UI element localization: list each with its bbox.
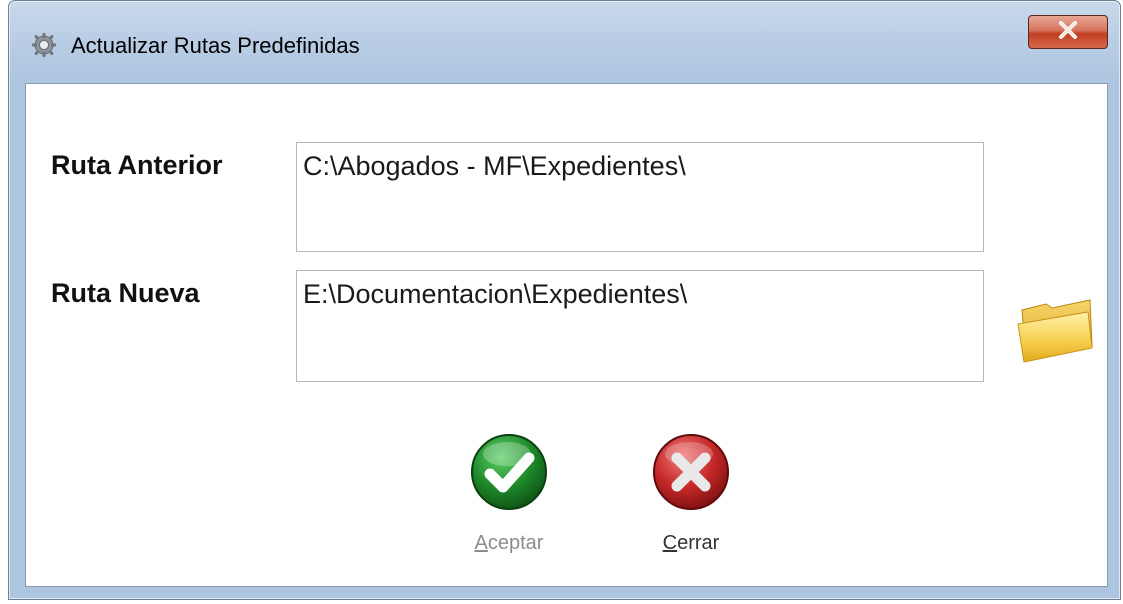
- gear-icon: [31, 32, 57, 58]
- dialog-body: Ruta Anterior C:\Abogados - MF\Expedient…: [25, 83, 1108, 587]
- close-label: Cerrar: [662, 532, 720, 554]
- accept-button[interactable]: Aceptar: [449, 432, 569, 572]
- new-path-label: Ruta Nueva: [51, 278, 200, 308]
- window-title: Actualizar Rutas Predefinidas: [71, 33, 360, 58]
- window-close-button[interactable]: [1028, 15, 1108, 49]
- new-path-field[interactable]: E:\Documentacion\Expedientes\: [296, 270, 984, 382]
- browse-folder-button[interactable]: [1016, 294, 1096, 366]
- old-path-field[interactable]: C:\Abogados - MF\Expedientes\: [296, 142, 984, 252]
- green-check-icon: [469, 432, 549, 512]
- title-bar[interactable]: Actualizar Rutas Predefinidas: [9, 1, 1120, 83]
- dialog-window: Actualizar Rutas Predefinidas Ruta Anter…: [8, 0, 1121, 600]
- red-x-icon: [651, 432, 731, 512]
- old-path-label: Ruta Anterior: [51, 150, 223, 180]
- accept-label: Aceptar: [474, 532, 544, 554]
- close-button[interactable]: Cerrar: [631, 432, 751, 572]
- close-x-icon: [1057, 20, 1079, 45]
- folder-icon: [1016, 299, 1096, 370]
